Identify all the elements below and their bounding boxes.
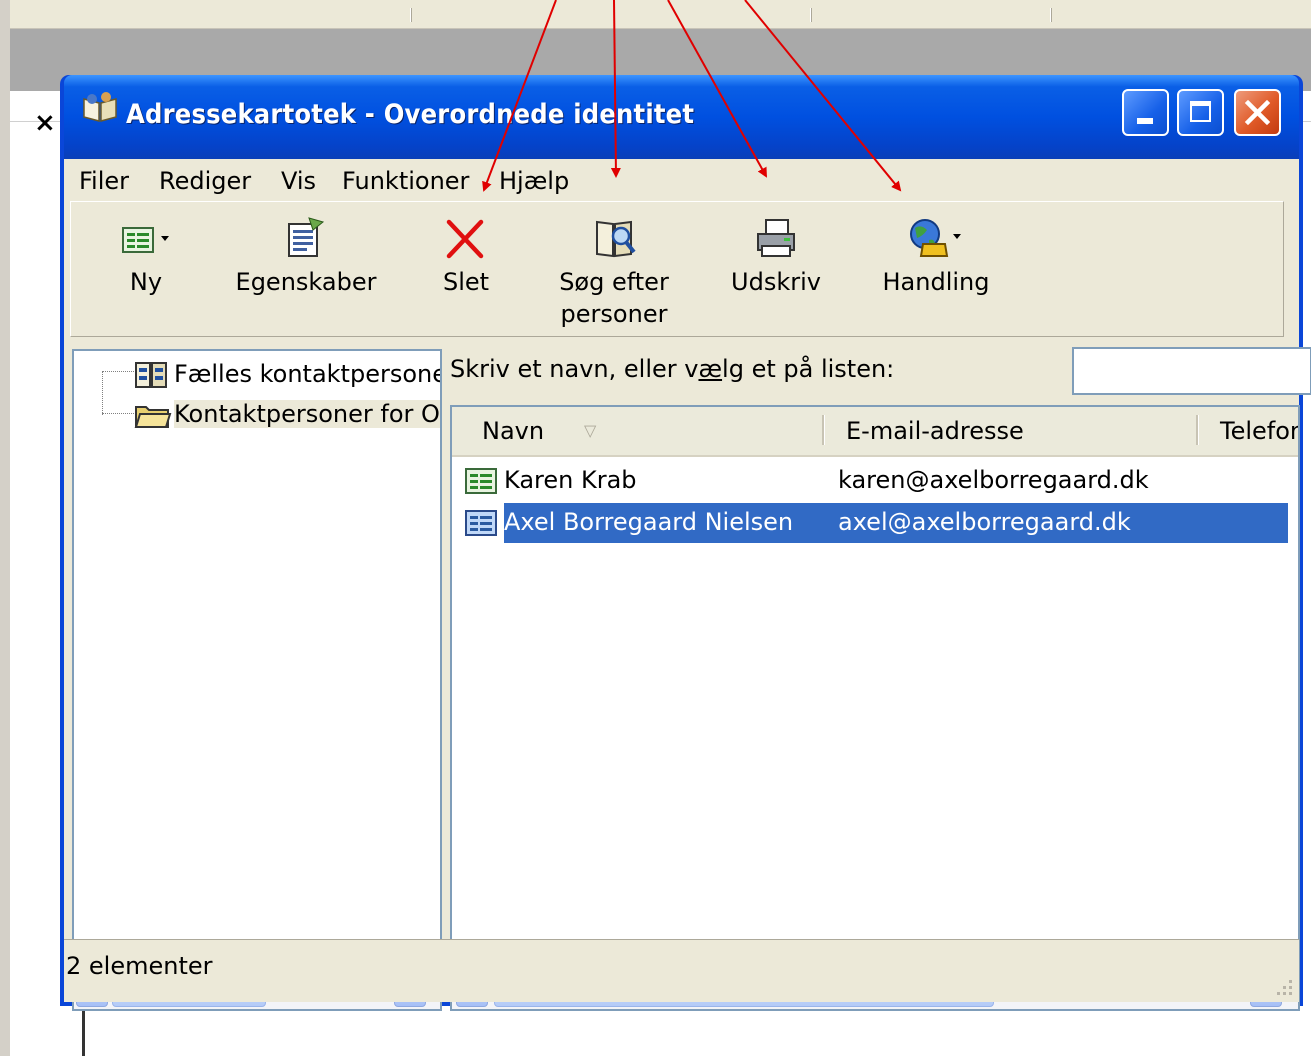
contact-email: axel@axelborregaard.dk bbox=[838, 508, 1131, 536]
title-bar[interactable]: Adressekartotek - Overordnede identitet bbox=[64, 75, 1299, 159]
maximize-button[interactable] bbox=[1177, 89, 1224, 136]
resize-grip-icon[interactable] bbox=[1273, 976, 1295, 998]
status-text: 2 elementer bbox=[66, 952, 213, 980]
print-label: Udskriv bbox=[731, 268, 821, 296]
printer-icon bbox=[757, 219, 795, 257]
close-button[interactable] bbox=[1234, 89, 1281, 136]
new-label: Ny bbox=[129, 268, 163, 296]
new-button[interactable]: Ny bbox=[91, 202, 201, 336]
contact-card-icon bbox=[465, 510, 497, 536]
properties-label: Egenskaber bbox=[235, 268, 377, 296]
find-people-icon bbox=[596, 220, 636, 258]
toolbar: Ny Egenskaber Slet Søg efter personer Ud… bbox=[70, 201, 1284, 337]
properties-button[interactable]: Egenskaber bbox=[231, 202, 381, 336]
status-bar: 2 elementer bbox=[64, 939, 1299, 1002]
delete-button[interactable]: Slet bbox=[421, 202, 511, 336]
properties-icon bbox=[288, 217, 325, 257]
list-item[interactable]: Karen Krab karen@axelborregaard.dk bbox=[458, 461, 1288, 501]
action-globe-phone-icon bbox=[910, 219, 961, 257]
minimize-button[interactable] bbox=[1122, 89, 1169, 136]
address-book-icon bbox=[83, 92, 117, 122]
background-toolbar bbox=[10, 0, 1311, 29]
prompt-accelerator: æ bbox=[698, 355, 723, 383]
close-icon bbox=[1244, 99, 1271, 126]
folder-tree[interactable]: Fælles kontaktpersoner Kontaktpersoner f… bbox=[72, 349, 442, 1011]
column-header-email[interactable]: E-mail-adresse bbox=[846, 417, 1024, 445]
contact-name: Karen Krab bbox=[504, 466, 637, 494]
column-header-phone[interactable]: Telefon bbox=[1220, 417, 1298, 445]
tree-item-label: Fælles kontaktpersoner bbox=[174, 360, 442, 388]
address-book-window: Adressekartotek - Overordnede identitet … bbox=[60, 75, 1311, 1011]
contact-name: Axel Borregaard Nielsen bbox=[504, 508, 794, 536]
tree-connector bbox=[102, 371, 103, 415]
contact-card-icon bbox=[465, 468, 497, 494]
column-header-name[interactable]: Navn bbox=[482, 417, 544, 445]
list-header: Navn ▽ E-mail-adresse Telefon bbox=[452, 407, 1298, 457]
action-label: Handling bbox=[882, 268, 990, 296]
find-people-label: Søg efter personer bbox=[549, 266, 679, 330]
contact-email: karen@axelborregaard.dk bbox=[838, 466, 1149, 494]
new-contact-icon bbox=[122, 227, 169, 253]
tree-item-label: Kontaktpersoner for Overordnede identite… bbox=[174, 400, 440, 428]
window-client-area: Filer Rediger Vis Funktioner Hjælp Ny Eg… bbox=[64, 159, 1311, 1011]
prompt-part: lg et på listen: bbox=[722, 355, 895, 383]
column-separator[interactable] bbox=[822, 415, 825, 445]
menu-funktioner[interactable]: Funktioner bbox=[342, 167, 469, 195]
column-separator[interactable] bbox=[1196, 415, 1199, 445]
sort-indicator-icon: ▽ bbox=[584, 421, 597, 440]
find-people-button[interactable]: Søg efter personer bbox=[549, 202, 679, 336]
contact-list[interactable]: Navn ▽ E-mail-adresse Telefon Karen Krab… bbox=[450, 405, 1300, 1011]
prompt-part: Skriv et navn, eller v bbox=[450, 355, 699, 383]
background-close-icon[interactable]: × bbox=[34, 108, 56, 138]
search-prompt: Skriv et navn, eller vælg et på listen: bbox=[450, 355, 894, 383]
menu-vis[interactable]: Vis bbox=[281, 167, 316, 195]
action-button[interactable]: Handling bbox=[871, 202, 1001, 336]
search-input[interactable] bbox=[1072, 347, 1311, 395]
print-button[interactable]: Udskriv bbox=[716, 202, 836, 336]
folder-icon bbox=[134, 406, 172, 428]
window-title: Adressekartotek - Overordnede identitet bbox=[126, 99, 695, 130]
find-people-label-line1: Søg efter bbox=[559, 268, 669, 296]
list-item-selected[interactable]: Axel Borregaard Nielsen axel@axelborrega… bbox=[458, 503, 1288, 543]
find-people-label-line2: personer bbox=[560, 300, 668, 328]
delete-icon bbox=[446, 219, 484, 259]
menu-rediger[interactable]: Rediger bbox=[159, 167, 251, 195]
shared-contacts-icon bbox=[135, 362, 167, 388]
menu-bar: Filer Rediger Vis Funktioner Hjælp bbox=[64, 159, 1299, 199]
menu-hjaelp[interactable]: Hjælp bbox=[499, 167, 569, 195]
menu-filer[interactable]: Filer bbox=[79, 167, 129, 195]
delete-label: Slet bbox=[442, 268, 490, 296]
